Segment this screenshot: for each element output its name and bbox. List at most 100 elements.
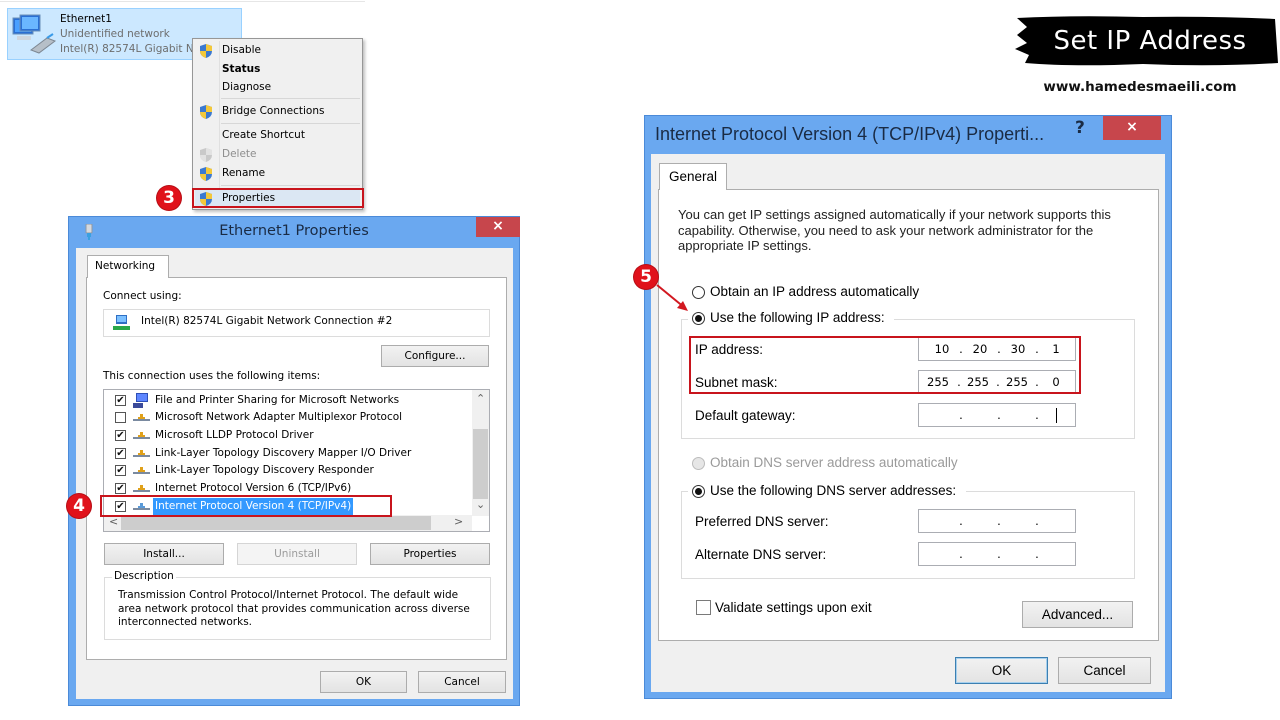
item-label: File and Printer Sharing for Microsoft N… bbox=[155, 394, 400, 406]
preferred-dns-label: Preferred DNS server: bbox=[695, 514, 829, 529]
item-label: Link-Layer Topology Discovery Mapper I/O… bbox=[155, 447, 412, 459]
scroll-right-arrow-icon[interactable]: > bbox=[454, 515, 463, 528]
cancel-button[interactable]: Cancel bbox=[418, 671, 506, 693]
menu-item-create-shortcut[interactable]: Create Shortcut bbox=[195, 126, 360, 145]
protocol-icon bbox=[133, 414, 150, 421]
default-gateway-label: Default gateway: bbox=[695, 408, 796, 423]
menu-item-rename[interactable]: Rename bbox=[195, 164, 360, 183]
menu-separator bbox=[221, 123, 360, 124]
highlight-ip-subnet bbox=[689, 336, 1081, 394]
install-button[interactable]: Install... bbox=[104, 543, 224, 565]
uac-shield-icon bbox=[200, 105, 212, 119]
menu-item-label: Disable bbox=[222, 44, 261, 56]
use-static-dns-radio[interactable] bbox=[692, 485, 705, 498]
item-checkbox[interactable] bbox=[115, 412, 126, 423]
highlight-properties-menu-item bbox=[192, 188, 364, 208]
list-item[interactable]: ✔ Link-Layer Topology Discovery Responde… bbox=[104, 462, 464, 479]
list-item[interactable]: ✔ Microsoft LLDP Protocol Driver bbox=[104, 427, 464, 444]
menu-separator bbox=[221, 185, 360, 186]
item-checkbox[interactable]: ✔ bbox=[115, 465, 126, 476]
cancel-button[interactable]: Cancel bbox=[1058, 657, 1151, 684]
menu-item-label: Create Shortcut bbox=[222, 129, 305, 141]
ok-button[interactable]: OK bbox=[955, 657, 1048, 684]
step-badge-3: 3 bbox=[157, 186, 181, 210]
close-button[interactable]: × bbox=[1103, 116, 1161, 140]
item-properties-button[interactable]: Properties bbox=[370, 543, 490, 565]
vertical-scroll-thumb[interactable] bbox=[473, 429, 488, 499]
scroll-up-arrow-icon[interactable]: ⌃ bbox=[476, 392, 485, 405]
description-text: Transmission Control Protocol/Internet P… bbox=[118, 589, 470, 628]
items-label: This connection uses the following items… bbox=[103, 370, 321, 382]
context-menu: Disable Status Diagnose Bridge Connectio… bbox=[192, 38, 363, 210]
menu-item-status[interactable]: Status bbox=[195, 60, 360, 79]
menu-item-label: Diagnose bbox=[222, 81, 272, 93]
protocol-icon bbox=[133, 467, 150, 474]
default-gateway-field[interactable]: . . . bbox=[918, 403, 1076, 427]
tab-networking[interactable]: Networking bbox=[87, 255, 169, 278]
configure-button[interactable]: Configure... bbox=[381, 345, 489, 367]
uac-shield-icon bbox=[200, 148, 212, 162]
item-checkbox[interactable]: ✔ bbox=[115, 395, 126, 406]
item-checkbox[interactable]: ✔ bbox=[115, 448, 126, 459]
adapter-name: Ethernet1 bbox=[60, 13, 112, 25]
use-static-ip-radio[interactable] bbox=[692, 312, 705, 325]
vertical-scrollbar[interactable]: ⌃ ⌄ bbox=[472, 390, 489, 516]
scroll-down-arrow-icon[interactable]: ⌄ bbox=[476, 498, 485, 511]
obtain-ip-auto-label[interactable]: Obtain an IP address automatically bbox=[710, 284, 919, 299]
use-static-ip-label[interactable]: Use the following IP address: bbox=[710, 310, 885, 325]
use-static-dns-label[interactable]: Use the following DNS server addresses: bbox=[710, 483, 956, 498]
network-adapter-icon bbox=[12, 14, 57, 54]
uac-shield-icon bbox=[200, 167, 212, 181]
computer-icon bbox=[133, 393, 148, 408]
ok-button[interactable]: OK bbox=[320, 671, 407, 693]
protocol-icon bbox=[133, 450, 150, 457]
text-caret bbox=[1056, 408, 1057, 423]
ip-dot: . bbox=[959, 408, 963, 422]
ip-dot: . bbox=[959, 514, 963, 528]
preferred-dns-field[interactable]: . . . bbox=[918, 509, 1076, 533]
adapter-status: Unidentified network bbox=[60, 28, 170, 40]
alternate-dns-label: Alternate DNS server: bbox=[695, 547, 827, 562]
advanced-button[interactable]: Advanced... bbox=[1022, 601, 1133, 628]
list-item[interactable]: ✔ File and Printer Sharing for Microsoft… bbox=[104, 392, 464, 409]
list-item[interactable]: Microsoft Network Adapter Multiplexor Pr… bbox=[104, 409, 464, 426]
menu-item-diagnose[interactable]: Diagnose bbox=[195, 78, 360, 97]
list-item[interactable]: ✔ Link-Layer Topology Discovery Mapper I… bbox=[104, 445, 464, 462]
menu-separator bbox=[221, 98, 360, 99]
obtain-dns-auto-radio bbox=[692, 457, 705, 470]
ip-dot: . bbox=[959, 547, 963, 561]
help-button[interactable]: ? bbox=[1075, 118, 1085, 138]
close-button[interactable]: × bbox=[476, 217, 520, 237]
brand-url[interactable]: www.hamedesmaeili.com bbox=[1030, 79, 1250, 95]
item-checkbox[interactable]: ✔ bbox=[115, 483, 126, 494]
menu-item-disable[interactable]: Disable bbox=[195, 41, 360, 60]
ip-dot: . bbox=[1035, 514, 1039, 528]
ip-dot: . bbox=[997, 547, 1001, 561]
obtain-dns-auto-label: Obtain DNS server address automatically bbox=[710, 455, 958, 470]
intro-text: You can get IP settings assigned automat… bbox=[678, 207, 1111, 253]
horizontal-scrollbar[interactable]: < > bbox=[104, 515, 472, 531]
adapter-device: Intel(R) 82574L Gigabit Ne bbox=[60, 43, 201, 55]
ip-dot: . bbox=[1035, 547, 1039, 561]
uninstall-button: Uninstall bbox=[237, 543, 357, 565]
obtain-ip-auto-radio[interactable] bbox=[692, 286, 705, 299]
step-badge-4: 4 bbox=[67, 494, 91, 518]
protocol-icon bbox=[133, 432, 150, 439]
item-checkbox[interactable]: ✔ bbox=[115, 430, 126, 441]
explorer-header-line bbox=[0, 0, 365, 2]
description-label: Description bbox=[112, 570, 176, 582]
uac-shield-icon bbox=[200, 44, 212, 58]
tab-general[interactable]: General bbox=[659, 163, 727, 190]
ip-dot: . bbox=[997, 408, 1001, 422]
window-title: Internet Protocol Version 4 (TCP/IPv4) P… bbox=[655, 124, 1045, 144]
validate-settings-label[interactable]: Validate settings upon exit bbox=[715, 600, 872, 615]
ip-dot: . bbox=[1035, 408, 1039, 422]
menu-item-delete: Delete bbox=[195, 145, 360, 164]
brand-title: Set IP Address bbox=[1053, 26, 1247, 56]
horizontal-scroll-thumb[interactable] bbox=[121, 516, 431, 530]
alternate-dns-field[interactable]: . . . bbox=[918, 542, 1076, 566]
validate-settings-checkbox[interactable] bbox=[696, 600, 711, 615]
menu-item-bridge-connections[interactable]: Bridge Connections bbox=[195, 102, 360, 121]
menu-item-label: Status bbox=[222, 63, 261, 75]
network-adapter-icon bbox=[113, 315, 130, 330]
